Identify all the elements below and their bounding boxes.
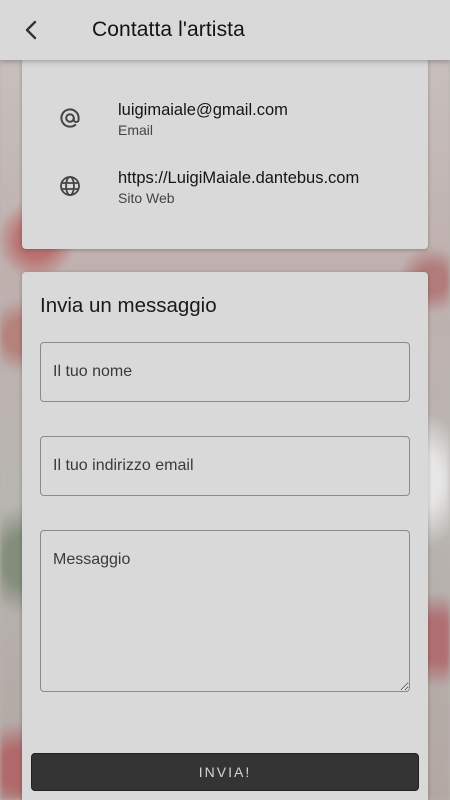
form-title: Invia un messaggio xyxy=(40,294,217,317)
contact-website-row[interactable]: https://LuigiMaiale.dantebus.com Sito We… xyxy=(22,168,428,218)
contact-website-label: Sito Web xyxy=(118,190,175,206)
page-title: Contatta l'artista xyxy=(92,18,245,41)
globe-icon xyxy=(60,176,80,196)
at-sign-icon xyxy=(60,108,80,128)
back-button[interactable] xyxy=(0,0,64,60)
contact-email-label: Email xyxy=(118,122,154,138)
app-bar: Contatta l'artista xyxy=(0,0,450,60)
contact-email-text: luigimaiale@gmail.com Email xyxy=(118,100,288,140)
name-input[interactable] xyxy=(40,342,410,402)
message-form-card: Invia un messaggio xyxy=(22,272,428,800)
contact-info-card: luigimaiale@gmail.com Email https://Luig… xyxy=(22,58,428,249)
chevron-left-icon xyxy=(25,20,37,40)
contact-email-row[interactable]: luigimaiale@gmail.com Email xyxy=(22,100,428,150)
contact-website-value: https://LuigiMaiale.dantebus.com xyxy=(118,169,360,187)
send-button[interactable]: INVIA! xyxy=(31,753,419,791)
contact-website-text: https://LuigiMaiale.dantebus.com Sito We… xyxy=(118,168,359,208)
contact-email-value: luigimaiale@gmail.com xyxy=(118,101,288,119)
contact-website-icon-wrap xyxy=(22,168,118,198)
email-input[interactable] xyxy=(40,436,410,496)
contact-email-icon-wrap xyxy=(22,100,118,130)
message-textarea[interactable] xyxy=(40,530,410,692)
